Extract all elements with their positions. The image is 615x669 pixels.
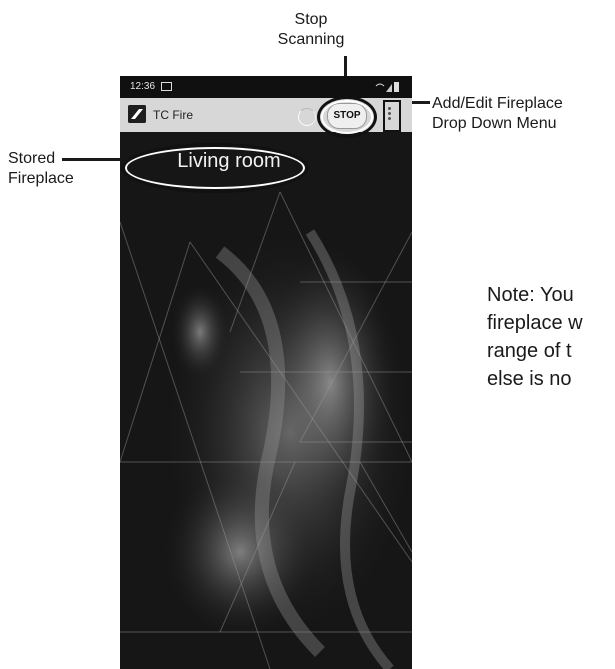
status-bar: 12:36	[120, 76, 412, 98]
menu-callout-line2: Drop Down Menu	[432, 115, 557, 132]
stored-fireplace-callout: Stored Fireplace	[8, 149, 74, 189]
app-title: TC Fire	[153, 108, 193, 122]
loading-spinner-icon	[298, 108, 316, 126]
note-line2: fireplace w	[487, 312, 583, 334]
menu-callout-line1: Add/Edit Fireplace	[432, 95, 563, 112]
menu-highlight-box	[383, 100, 401, 132]
stop-scanning-line1: Stop	[294, 11, 328, 28]
app-logo-icon	[128, 105, 146, 123]
stored-leader-line	[62, 158, 122, 161]
stop-scanning-line2: Scanning	[277, 31, 345, 48]
status-time: 12:36	[130, 81, 156, 92]
menu-callout: Add/Edit Fireplace Drop Down Menu	[432, 94, 563, 134]
note-line4: else is no	[487, 368, 572, 390]
image-icon	[161, 82, 172, 91]
note-line1: Note: You	[487, 284, 574, 306]
note-text: Note: You fireplace w range of t else is…	[487, 281, 615, 393]
room-highlight-inner	[125, 147, 305, 189]
stop-scanning-callout: Stop Scanning	[263, 10, 359, 50]
flame-background	[120, 132, 412, 669]
stored-line2: Fireplace	[8, 170, 74, 187]
stop-highlight-inner	[321, 100, 373, 134]
signal-icon	[375, 82, 399, 92]
note-line3: range of t	[487, 340, 572, 362]
